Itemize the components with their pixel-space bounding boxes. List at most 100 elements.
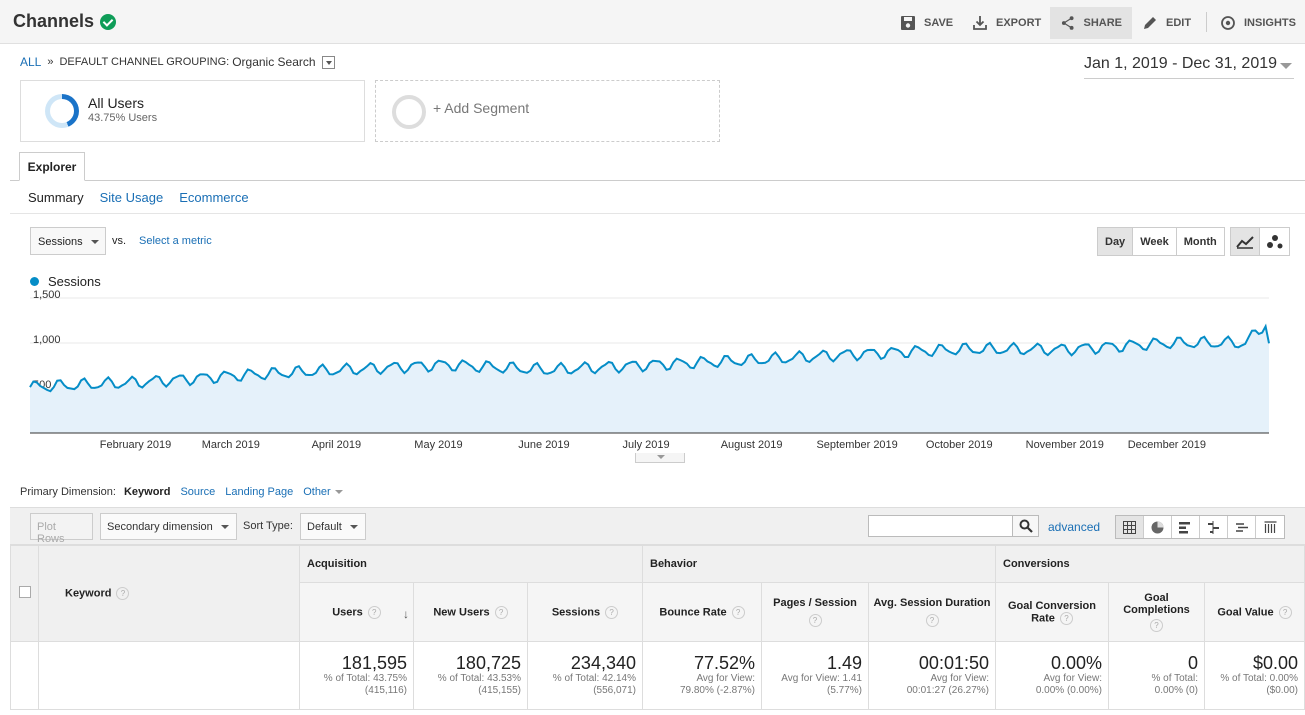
legend-sessions: Sessions xyxy=(48,274,101,289)
totals-row: 181,595% of Total: 43.75% (415,116) 180,7… xyxy=(10,641,1305,710)
help-icon[interactable]: ? xyxy=(1278,605,1292,619)
help-icon[interactable]: ? xyxy=(925,614,939,627)
total-bounce-rate: 77.52% Avg for View: 79.80% (-2.87%) xyxy=(642,641,762,710)
motion-chart-button[interactable] xyxy=(1260,228,1289,255)
verified-check-icon xyxy=(100,13,117,30)
sort-type-label: Sort Type: xyxy=(243,520,293,532)
share-icon xyxy=(1061,16,1074,30)
column-header-goal-value[interactable]: Goal Value? xyxy=(1204,582,1305,642)
help-icon[interactable]: ? xyxy=(731,605,745,619)
toolbar-divider xyxy=(1206,12,1207,32)
grouping-dropdown-button[interactable] xyxy=(321,55,335,69)
column-header-sessions[interactable]: Sessions? xyxy=(527,582,643,642)
help-icon[interactable]: ? xyxy=(605,605,619,619)
chevron-down-icon xyxy=(350,525,358,529)
chart-expand-handle[interactable] xyxy=(635,453,685,463)
help-icon[interactable]: ? xyxy=(1150,619,1163,632)
help-icon[interactable]: ? xyxy=(367,605,381,619)
column-header-goal-completions[interactable]: Goal Completions? xyxy=(1108,582,1205,642)
column-header-avg-session-duration[interactable]: Avg. Session Duration? xyxy=(868,582,996,642)
subtab-ecommerce[interactable]: Ecommerce xyxy=(179,190,248,205)
table-search-input[interactable] xyxy=(868,515,1013,537)
help-icon[interactable]: ? xyxy=(808,614,822,627)
total-avg-session-duration: 00:01:50 Avg for View: 00:01:27 (26.27%) xyxy=(868,641,996,710)
x-tick-label: August 2019 xyxy=(721,439,783,451)
date-range-picker[interactable]: Jan 1, 2019 - Dec 31, 2019 xyxy=(1084,55,1294,79)
page-title: Channels xyxy=(13,11,117,32)
conversions-group-header: Conversions xyxy=(995,545,1305,583)
x-tick-label: November 2019 xyxy=(1026,439,1104,451)
pivot-view-button[interactable] xyxy=(1256,516,1284,538)
performance-view-button[interactable] xyxy=(1172,516,1200,538)
select-metric-link[interactable]: Select a metric xyxy=(139,235,212,247)
primary-dimension-label: Primary Dimension: xyxy=(20,486,116,498)
help-icon[interactable]: ? xyxy=(494,605,508,619)
data-table-view-button[interactable] xyxy=(1116,516,1144,538)
period-week-button[interactable]: Week xyxy=(1133,228,1177,255)
search-icon xyxy=(1019,519,1033,533)
x-tick-label: December 2019 xyxy=(1128,439,1206,451)
column-header-users[interactable]: Users? ↓ xyxy=(299,582,414,642)
segment-name: All Users xyxy=(88,95,145,111)
secondary-dimension-select[interactable]: Secondary dimension xyxy=(100,513,237,540)
legend-dot-icon xyxy=(30,277,39,286)
insights-button[interactable]: INSIGHTS xyxy=(1210,7,1305,39)
x-tick-label: September 2019 xyxy=(816,439,897,451)
metric-select[interactable]: Sessions xyxy=(30,227,106,255)
term-cloud-view-button[interactable] xyxy=(1228,516,1256,538)
report-header: Channels SAVE EXPORT SHARE EDIT INSIGHTS xyxy=(0,0,1305,44)
primary-dimension-bar: Primary Dimension: Keyword Source Landin… xyxy=(20,486,343,498)
vs-label: vs. xyxy=(112,235,127,247)
comparison-view-button[interactable] xyxy=(1200,516,1228,538)
column-header-goal-conversion-rate[interactable]: Goal Conversion Rate? xyxy=(995,582,1109,642)
keyword-column-header[interactable]: Keyword? xyxy=(38,545,300,642)
sessions-line-chart[interactable]: 1,5001,000500February 2019 March 2019 Apri… xyxy=(0,290,1305,455)
table-group-header-row: Keyword? Acquisition Behavior Conversion… xyxy=(10,545,1305,642)
pie-view-button[interactable] xyxy=(1144,516,1172,538)
period-toggle: Day Week Month xyxy=(1097,227,1225,256)
segment-all-users[interactable]: All Users 43.75% Users xyxy=(20,80,365,142)
data-table: Keyword? Acquisition Behavior Conversion… xyxy=(10,545,1305,710)
dimension-source[interactable]: Source xyxy=(180,486,215,498)
subtab-site-usage[interactable]: Site Usage xyxy=(100,190,164,205)
period-day-button[interactable]: Day xyxy=(1098,228,1134,255)
dimension-keyword[interactable]: Keyword xyxy=(124,486,170,498)
period-month-button[interactable]: Month xyxy=(1176,228,1224,255)
breadcrumb-all-link[interactable]: ALL xyxy=(20,55,41,69)
column-header-bounce-rate[interactable]: Bounce Rate? xyxy=(642,582,762,642)
help-icon[interactable]: ? xyxy=(1059,611,1073,625)
total-new-users: 180,725% of Total: 43.53% (415,155) xyxy=(413,641,528,710)
select-all-cell xyxy=(10,545,39,642)
share-button[interactable]: SHARE xyxy=(1050,7,1132,39)
tab-explorer[interactable]: Explorer xyxy=(19,152,85,181)
insights-icon xyxy=(1221,16,1235,30)
x-tick-label: July 2019 xyxy=(623,439,670,451)
save-button[interactable]: SAVE xyxy=(890,7,963,39)
dimension-other-dropdown[interactable]: Other xyxy=(303,486,343,498)
export-button[interactable]: EXPORT xyxy=(962,7,1051,39)
chevron-down-icon xyxy=(91,240,99,244)
help-icon[interactable]: ? xyxy=(116,587,130,600)
advanced-filter-link[interactable]: advanced xyxy=(1048,520,1100,534)
chevron-down-icon xyxy=(221,525,229,529)
column-header-new-users[interactable]: New Users? xyxy=(413,582,528,642)
edit-button[interactable]: EDIT xyxy=(1132,7,1201,39)
subtab-summary[interactable]: Summary xyxy=(28,190,84,205)
add-segment-button[interactable]: + Add Segment xyxy=(375,80,720,142)
column-header-pages-per-session[interactable]: Pages / Session? xyxy=(761,582,869,642)
plot-rows-button[interactable]: Plot Rows xyxy=(30,513,93,545)
search-button[interactable] xyxy=(1012,515,1039,537)
x-tick-label: October 2019 xyxy=(926,439,993,451)
edit-icon xyxy=(1144,17,1156,29)
table-view-toggle xyxy=(1115,515,1285,539)
pivot-icon xyxy=(1264,520,1276,533)
dimension-landing-page[interactable]: Landing Page xyxy=(225,486,293,498)
line-chart-button[interactable] xyxy=(1231,228,1260,255)
totals-empty-cell xyxy=(10,641,39,710)
acquisition-group-header: Acquisition xyxy=(299,545,643,583)
select-all-checkbox[interactable] xyxy=(18,586,31,598)
sort-type-select[interactable]: Default xyxy=(300,513,366,540)
comparison-icon xyxy=(1208,520,1219,534)
breadcrumb-separator: » xyxy=(47,56,54,68)
table-toolbar: Plot Rows Secondary dimension Sort Type:… xyxy=(10,507,1305,545)
